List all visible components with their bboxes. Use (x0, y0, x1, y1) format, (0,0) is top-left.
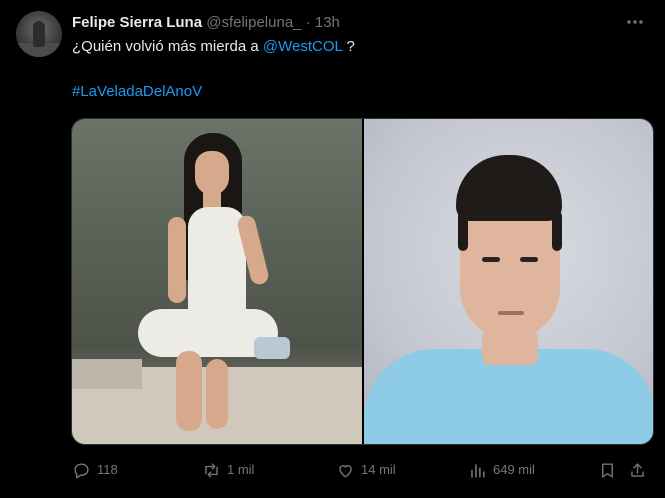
bookmark-icon (602, 462, 613, 478)
views-icon (471, 463, 485, 478)
views-count: 649 mil (493, 462, 535, 477)
tweet-text-before: ¿Quién volvió más mierda a (72, 38, 263, 55)
tweet-text-after: ? (342, 38, 355, 55)
tweet-media[interactable] (71, 118, 654, 445)
author-handle[interactable]: @sfelipeluna_ (206, 14, 301, 31)
retweet-button[interactable]: 1 mil (202, 458, 254, 482)
tweet-time[interactable]: 13h (315, 14, 340, 31)
share-icon (631, 462, 644, 477)
like-button[interactable]: 14 mil (336, 458, 396, 482)
media-photo-right[interactable] (364, 119, 653, 444)
retweet-count: 1 mil (227, 462, 255, 477)
separator-dot: · (305, 14, 311, 31)
tweet-header: Felipe Sierra Luna @sfelipeluna_ · 13h (72, 13, 340, 33)
reply-button[interactable]: 118 (72, 458, 118, 482)
heart-icon (339, 464, 352, 478)
mention-link[interactable]: @WestCOL (263, 38, 342, 55)
like-count: 14 mil (361, 462, 396, 477)
views-button[interactable]: 649 mil (468, 458, 535, 482)
share-button[interactable] (628, 458, 647, 482)
reply-icon (74, 462, 89, 478)
more-icon[interactable] (625, 12, 645, 32)
avatar-figure (33, 21, 45, 47)
tweet-text: ¿Quién volvió más mierda a @WestCOL ? (72, 37, 645, 57)
reply-count: 118 (97, 462, 118, 477)
avatar[interactable] (16, 11, 62, 57)
bookmark-button[interactable] (598, 458, 617, 482)
author-name[interactable]: Felipe Sierra Luna (72, 14, 202, 31)
hashtag-link[interactable]: #LaVeladaDelAnoV (72, 82, 202, 102)
tweet-actions: 118 1 mil 14 mil 649 mil (72, 458, 651, 482)
retweet-icon (205, 462, 218, 478)
media-photo-left[interactable] (72, 119, 362, 444)
